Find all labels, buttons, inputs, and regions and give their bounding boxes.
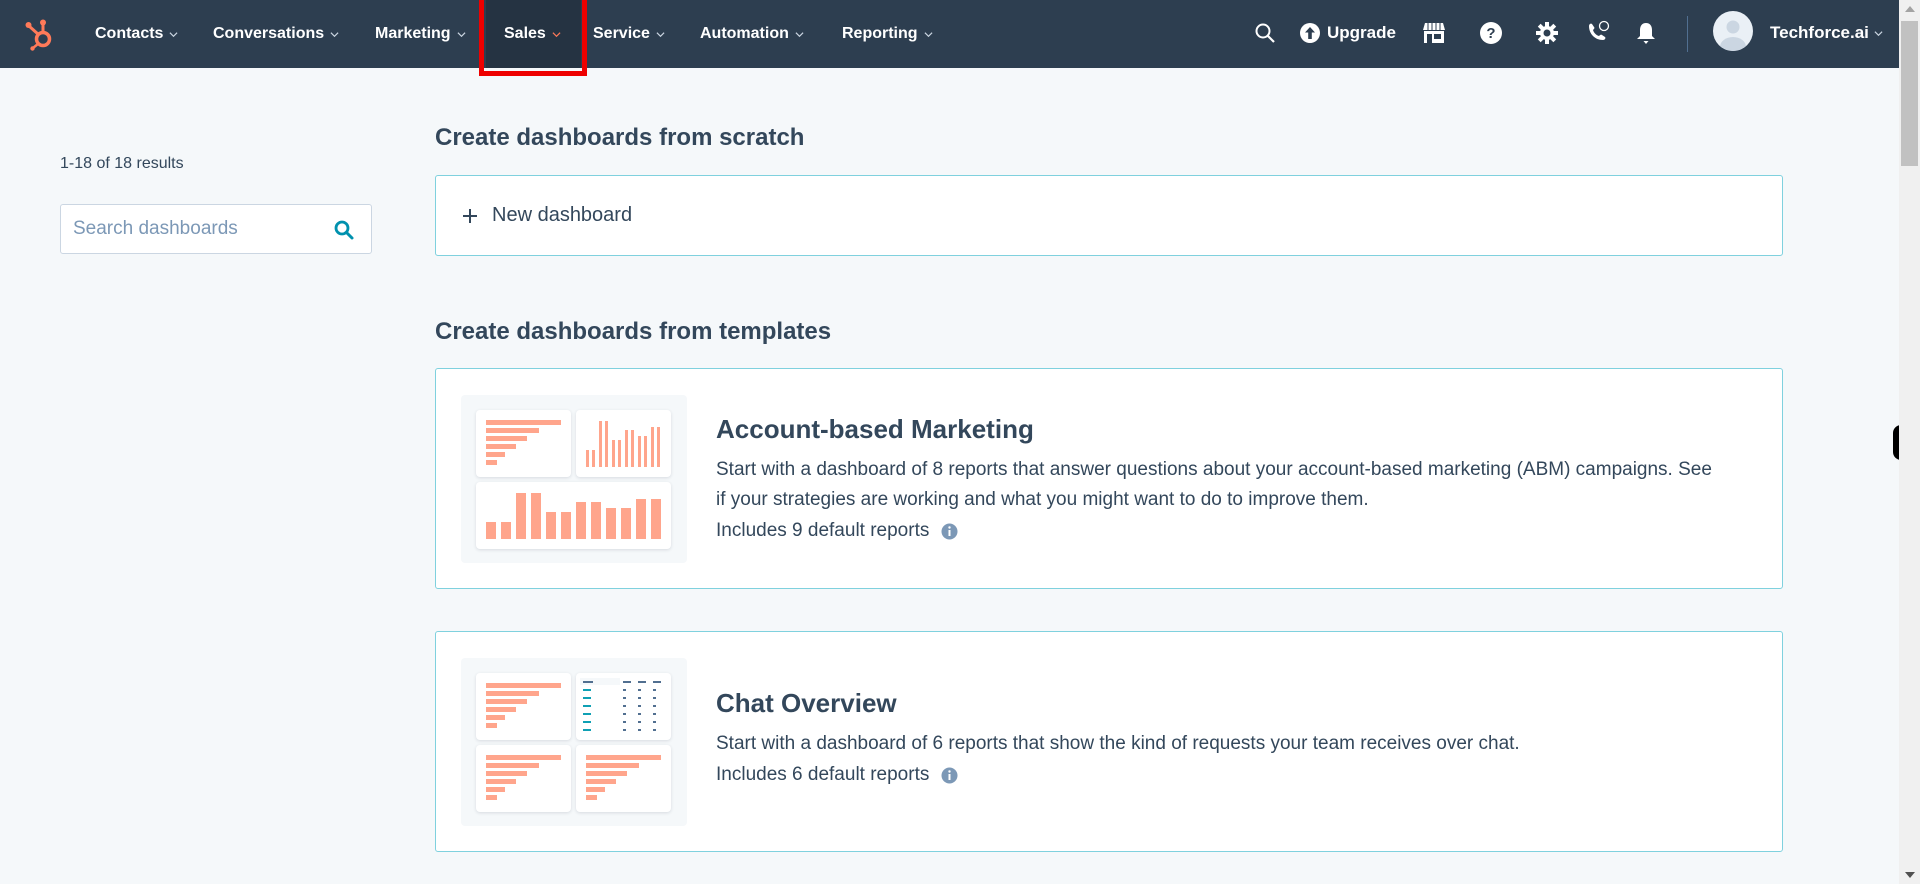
nav-item-marketing[interactable]: Marketing: [375, 0, 466, 68]
upgrade-label[interactable]: Upgrade: [1327, 23, 1396, 43]
search-dashboards-field[interactable]: [60, 204, 372, 254]
page-scrollbar[interactable]: [1899, 0, 1920, 884]
calling-icon: [1589, 20, 1610, 40]
nav-item-label: Sales: [504, 25, 546, 42]
chevron-down-icon: [656, 31, 665, 37]
chevron-down-icon: [330, 31, 339, 37]
template-includes-label: Includes 9 default reports: [716, 520, 930, 541]
preview-table: [576, 673, 671, 740]
nav-item-service[interactable]: Service: [593, 0, 665, 68]
scrollbar-thumb[interactable]: [1901, 21, 1918, 166]
template-card-chat-overview[interactable]: Chat Overview Start with a dashboard of …: [435, 631, 1783, 852]
hubspot-logo-icon[interactable]: [24, 17, 56, 51]
upgrade-button[interactable]: [1297, 20, 1323, 46]
nav-item-automation[interactable]: Automation: [700, 0, 804, 68]
chevron-down-icon: [924, 31, 933, 37]
calling-button[interactable]: [1585, 20, 1611, 46]
template-card-account-based-marketing[interactable]: Account-based Marketing Start with a das…: [435, 368, 1783, 589]
plus-icon: [463, 208, 477, 223]
chevron-down-icon: [552, 31, 561, 37]
preview-horizontal-bar-chart: [576, 745, 671, 812]
templates-heading: Create dashboards from templates: [435, 318, 832, 345]
nav-item-label: Service: [593, 25, 650, 42]
nav-divider: [1687, 16, 1688, 52]
search-button[interactable]: [1252, 20, 1278, 46]
settings-icon: [1536, 22, 1558, 44]
notifications-button[interactable]: [1633, 20, 1659, 46]
help-icon: ?: [1480, 22, 1502, 44]
template-description: Start with a dashboard of 6 reports that…: [716, 733, 1520, 754]
preview-horizontal-bar-chart: [476, 410, 571, 477]
settings-button[interactable]: [1534, 20, 1560, 46]
chevron-down-icon[interactable]: [1874, 29, 1883, 38]
nav-item-label: Contacts: [95, 25, 164, 42]
scroll-up-arrow-icon[interactable]: [1905, 6, 1915, 12]
nav-item-label: Automation: [700, 25, 789, 42]
nav-item-label: Marketing: [375, 25, 451, 42]
svg-text:?: ?: [1486, 25, 1495, 42]
template-info: Account-based Marketing Start with a das…: [716, 414, 1716, 542]
template-description: Start with a dashboard of 8 reports that…: [716, 459, 1712, 510]
top-navigation-bar: Contacts Conversations Marketing Sales S…: [0, 0, 1899, 68]
info-icon[interactable]: [941, 523, 958, 540]
preview-column-chart: [576, 410, 671, 477]
template-includes: Includes 9 default reports: [716, 520, 1716, 542]
template-includes: Includes 6 default reports: [716, 764, 1520, 786]
template-title[interactable]: Account-based Marketing: [716, 414, 1716, 445]
marketplace-button[interactable]: [1421, 20, 1447, 46]
template-includes-label: Includes 6 default reports: [716, 764, 930, 785]
template-info: Chat Overview Start with a dashboard of …: [716, 688, 1520, 786]
search-icon: [1255, 23, 1275, 43]
new-dashboard-button[interactable]: New dashboard: [435, 175, 1783, 256]
scratch-heading: Create dashboards from scratch: [435, 124, 805, 151]
nav-item-conversations[interactable]: Conversations: [213, 0, 339, 68]
user-avatar-icon: [1720, 20, 1746, 51]
nav-item-label: Reporting: [842, 25, 918, 42]
search-input[interactable]: [73, 205, 323, 253]
nav-item-contacts[interactable]: Contacts: [95, 0, 178, 68]
preview-horizontal-bar-chart: [476, 673, 571, 740]
chevron-down-icon: [169, 31, 178, 37]
nav-item-sales[interactable]: Sales: [486, 0, 581, 68]
template-title[interactable]: Chat Overview: [716, 688, 1520, 719]
preview-column-chart-wide: [476, 482, 671, 549]
template-preview: [461, 658, 687, 826]
chevron-down-icon: [457, 31, 466, 37]
chevron-down-icon: [795, 31, 804, 37]
preview-horizontal-bar-chart: [476, 745, 571, 812]
help-button[interactable]: ?: [1478, 20, 1504, 46]
info-icon[interactable]: [941, 767, 958, 784]
marketplace-icon: [1423, 23, 1445, 43]
nav-item-reporting[interactable]: Reporting: [842, 0, 933, 68]
scroll-down-arrow-icon[interactable]: [1905, 872, 1915, 878]
template-preview: [461, 395, 687, 563]
upgrade-icon: [1300, 23, 1320, 43]
new-dashboard-label: New dashboard: [492, 204, 633, 226]
nav-item-label: Conversations: [213, 25, 325, 42]
avatar[interactable]: [1713, 11, 1753, 51]
results-count: 1-18 of 18 results: [60, 155, 184, 172]
account-name[interactable]: Techforce.ai: [1770, 23, 1869, 43]
notifications-icon: [1637, 23, 1655, 44]
search-icon[interactable]: [333, 219, 355, 241]
